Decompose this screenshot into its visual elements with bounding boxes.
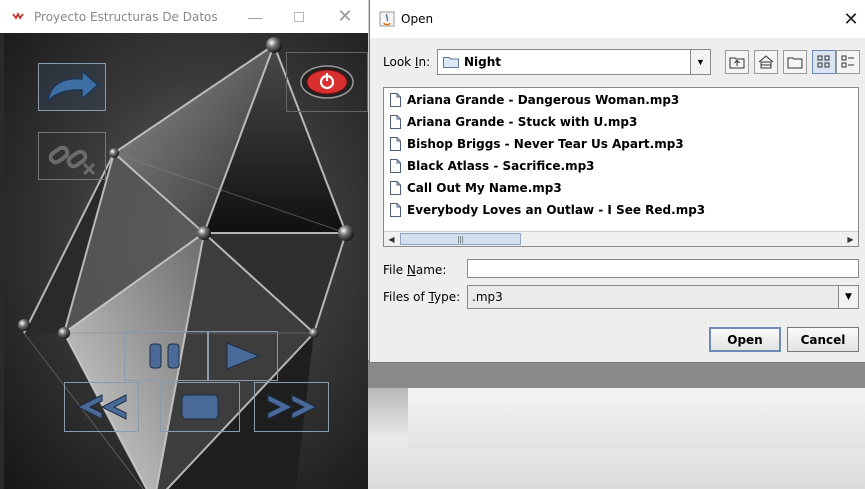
file-icon — [390, 159, 401, 173]
maximize-icon — [294, 11, 304, 22]
file-icon — [390, 115, 401, 129]
file-list-item[interactable]: Ariana Grande - Dangerous Woman.mp3 — [384, 89, 858, 111]
files-of-type-label: Files of Type: — [383, 290, 461, 304]
rewind-icon — [76, 394, 126, 420]
unlink-button[interactable] — [38, 132, 106, 180]
file-icon — [390, 203, 401, 217]
open-button[interactable]: Open — [709, 327, 781, 352]
files-of-type-value: .mp3 — [472, 290, 503, 304]
curved-arrow-icon — [47, 69, 100, 104]
cancel-button[interactable]: Cancel — [787, 327, 859, 352]
load-button[interactable] — [38, 63, 106, 111]
play-button[interactable] — [208, 331, 278, 381]
folder-icon — [443, 57, 459, 68]
file-name-label: File Name: — [383, 263, 447, 277]
chevron-down-icon: ▼ — [845, 292, 852, 302]
close-icon: ✕ — [843, 8, 859, 29]
pause-button[interactable] — [124, 331, 208, 381]
look-in-combo[interactable]: Night ▼ — [437, 49, 711, 75]
close-button[interactable]: ✕ — [322, 0, 368, 33]
file-list-item[interactable]: Bishop Briggs - Never Tear Us Apart.mp3 — [384, 133, 858, 155]
play-icon — [226, 342, 261, 370]
scroll-right-button[interactable]: ▶ — [843, 232, 858, 246]
dialog-titlebar: Open ✕ — [370, 0, 865, 38]
next-button[interactable] — [254, 382, 329, 432]
look-in-value: Night — [464, 55, 502, 69]
player-titlebar: Proyecto Estructuras De Datos — ✕ — [0, 0, 368, 33]
minimize-button[interactable]: — — [232, 0, 278, 33]
scroll-left-button[interactable]: ◀ — [384, 232, 399, 246]
look-in-label: Look In: — [383, 55, 431, 69]
file-icon — [390, 181, 401, 195]
home-icon — [758, 55, 774, 69]
file-name-input[interactable] — [467, 259, 859, 278]
home-button[interactable] — [754, 50, 778, 74]
broken-link-icon — [48, 145, 96, 176]
arrow-left-icon: ◀ — [388, 234, 395, 244]
up-one-level-icon — [729, 57, 745, 69]
player-background — [4, 33, 368, 489]
player-window: Proyecto Estructuras De Datos — ✕ — [0, 0, 368, 489]
java-icon — [379, 11, 395, 27]
file-icon — [390, 93, 401, 107]
app-icon — [12, 11, 24, 20]
maximize-button[interactable] — [276, 0, 322, 33]
pause-icon — [149, 343, 180, 369]
file-list-item[interactable]: Call Out My Name.mp3 — [384, 177, 858, 199]
look-in-dropdown-arrow[interactable]: ▼ — [690, 50, 710, 74]
file-list-item[interactable]: Ariana Grande - Stuck with U.mp3 — [384, 111, 858, 133]
open-dialog: Open ✕ Look In: Night ▼ Ariana Grande - … — [369, 0, 865, 363]
power-icon — [300, 65, 354, 99]
stop-icon — [181, 394, 219, 420]
chevron-down-icon: ▼ — [696, 57, 705, 67]
list-view-icon — [817, 55, 830, 68]
desktop-background — [368, 360, 865, 489]
details-view-icon — [841, 55, 854, 68]
details-view-button[interactable] — [836, 50, 860, 74]
grip-icon: ||| — [457, 234, 464, 244]
file-list[interactable]: Ariana Grande - Dangerous Woman.mp3 Aria… — [383, 87, 859, 247]
files-of-type-dropdown-arrow[interactable]: ▼ — [838, 286, 858, 308]
dialog-close-button[interactable]: ✕ — [836, 0, 865, 38]
new-folder-icon — [787, 57, 803, 69]
power-button[interactable] — [286, 52, 368, 112]
file-icon — [390, 137, 401, 151]
arrow-right-icon: ▶ — [847, 234, 854, 244]
new-folder-button[interactable] — [783, 50, 807, 74]
dialog-title: Open — [401, 12, 434, 26]
previous-button[interactable] — [64, 382, 139, 432]
files-of-type-combo[interactable]: .mp3 ▼ — [467, 285, 859, 309]
horizontal-scrollbar[interactable]: ◀ ||| ▶ — [384, 231, 858, 246]
list-view-button[interactable] — [812, 50, 836, 74]
up-one-level-button[interactable] — [725, 50, 749, 74]
fast-forward-icon — [267, 394, 317, 420]
file-list-item[interactable]: Black Atlass - Sacrifice.mp3 — [384, 155, 858, 177]
player-title: Proyecto Estructuras De Datos — [34, 9, 218, 24]
stop-button[interactable] — [160, 382, 240, 432]
scrollbar-thumb[interactable]: ||| — [400, 233, 521, 245]
file-list-item[interactable]: Everybody Loves an Outlaw - I See Red.mp… — [384, 199, 858, 221]
